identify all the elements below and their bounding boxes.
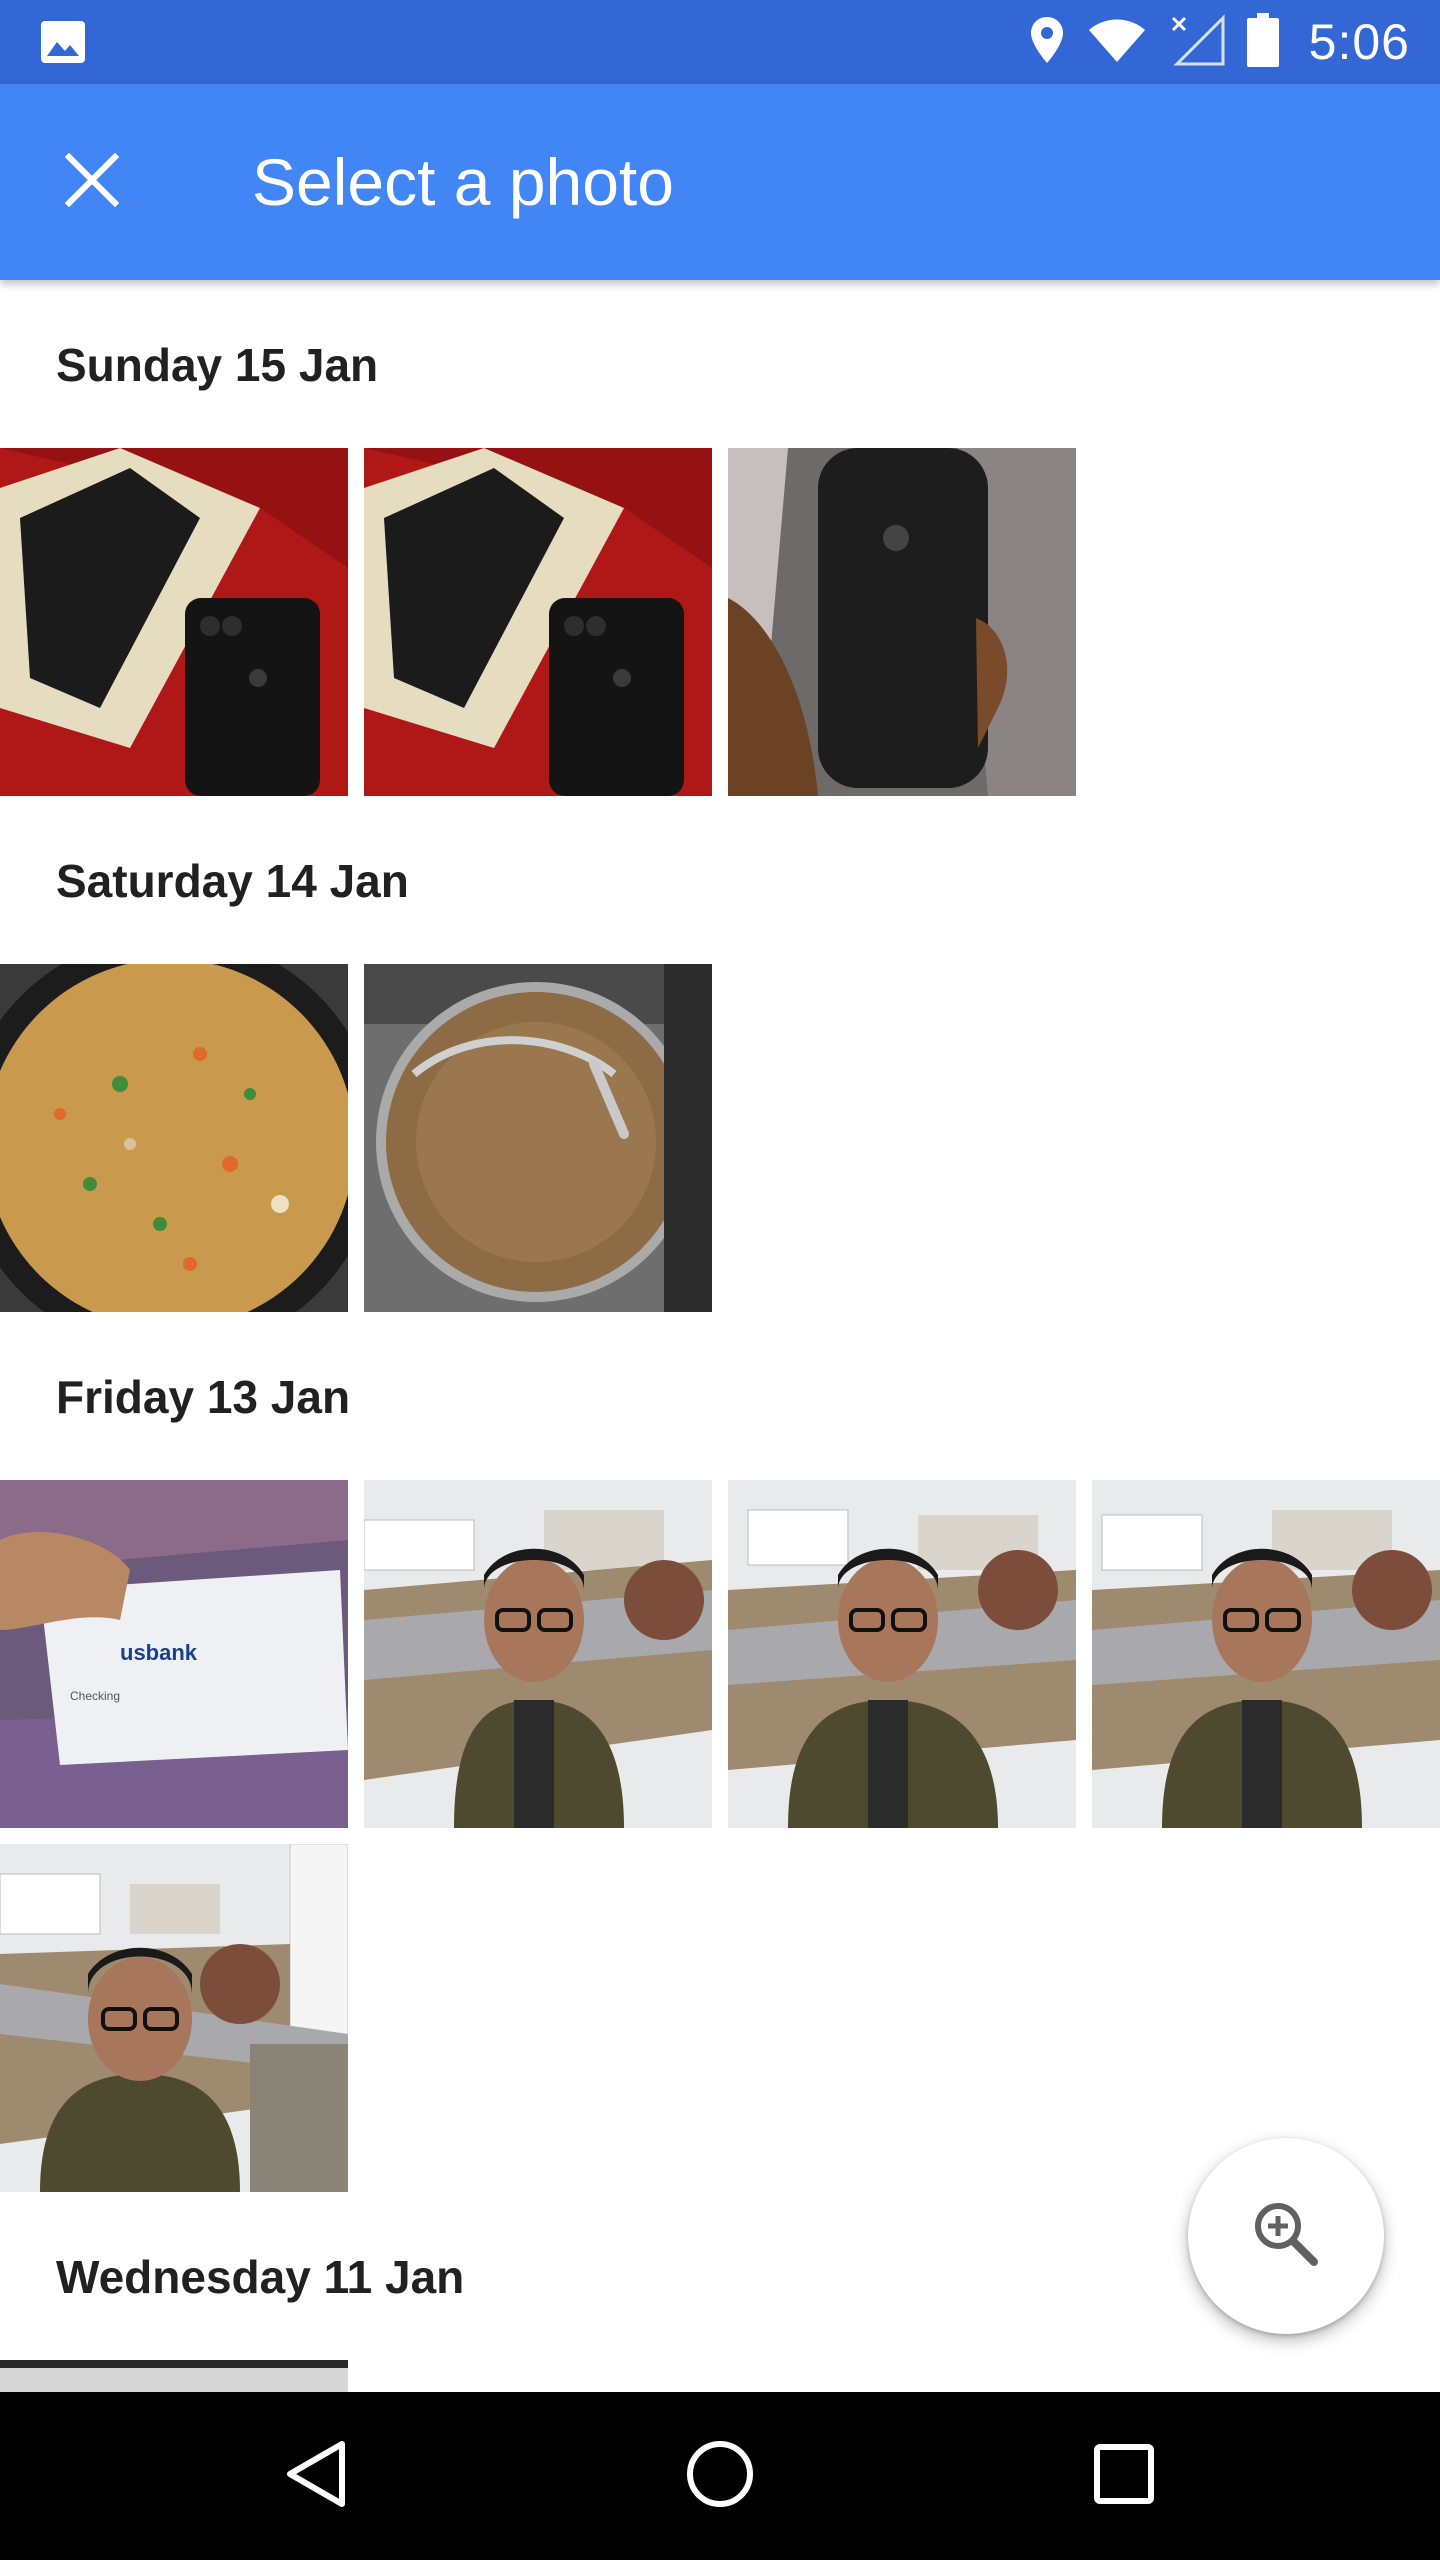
photo-thumbnail[interactable] — [1092, 1480, 1440, 1828]
section-date-header: Wednesday 11 Jan — [56, 2251, 465, 2303]
no-signal-icon — [1169, 13, 1225, 71]
home-button[interactable] — [636, 2392, 804, 2560]
battery-icon — [1246, 12, 1279, 72]
navigation-bar — [0, 2392, 1440, 2560]
bank-card-brand: usbank — [120, 1640, 198, 1665]
photo-thumbnail[interactable] — [728, 448, 1076, 796]
location-icon — [1029, 15, 1065, 70]
recents-button[interactable] — [1040, 2392, 1208, 2560]
section-date-header: Friday 13 Jan — [56, 1371, 351, 1423]
status-bar: 5:06 — [0, 0, 1440, 84]
photo-picker-screen: 5:06 Select a photo Sunday 15 Jan Saturd… — [0, 0, 1440, 2560]
zoom-button[interactable] — [1188, 2138, 1384, 2334]
photo-thumbnail[interactable] — [364, 1480, 712, 1828]
section-date-header: Sunday 15 Jan — [56, 339, 379, 391]
status-time: 5:06 — [1308, 14, 1410, 70]
wifi-icon — [1087, 16, 1147, 69]
photo-thumbnail[interactable] — [728, 1480, 1076, 1828]
home-icon — [686, 2440, 754, 2513]
close-button[interactable] — [44, 134, 140, 230]
photo-thumbnail[interactable] — [364, 448, 712, 796]
app-bar: Select a photo — [0, 84, 1440, 280]
photo-thumbnail[interactable]: usbank Checking — [0, 1480, 348, 1828]
back-icon — [284, 2440, 348, 2513]
photo-list[interactable]: Sunday 15 Jan Saturday 14 Jan Friday 13 … — [0, 280, 1440, 2392]
image-notification-icon — [40, 20, 86, 64]
photo-thumbnail[interactable] — [364, 964, 712, 1312]
photo-thumbnail[interactable] — [0, 2360, 348, 2392]
recents-icon — [1094, 2443, 1154, 2509]
photo-thumbnail[interactable] — [0, 964, 348, 1312]
zoom-in-icon — [1250, 2198, 1322, 2275]
bank-card-account-type: Checking — [70, 1689, 120, 1703]
status-icons: 5:06 — [1029, 0, 1410, 84]
back-button[interactable] — [232, 2392, 400, 2560]
close-icon — [64, 152, 120, 212]
section-date-header: Saturday 14 Jan — [56, 855, 409, 907]
photo-thumbnail[interactable] — [0, 448, 348, 796]
page-title: Select a photo — [252, 145, 674, 219]
photo-thumbnail[interactable] — [0, 1844, 348, 2192]
